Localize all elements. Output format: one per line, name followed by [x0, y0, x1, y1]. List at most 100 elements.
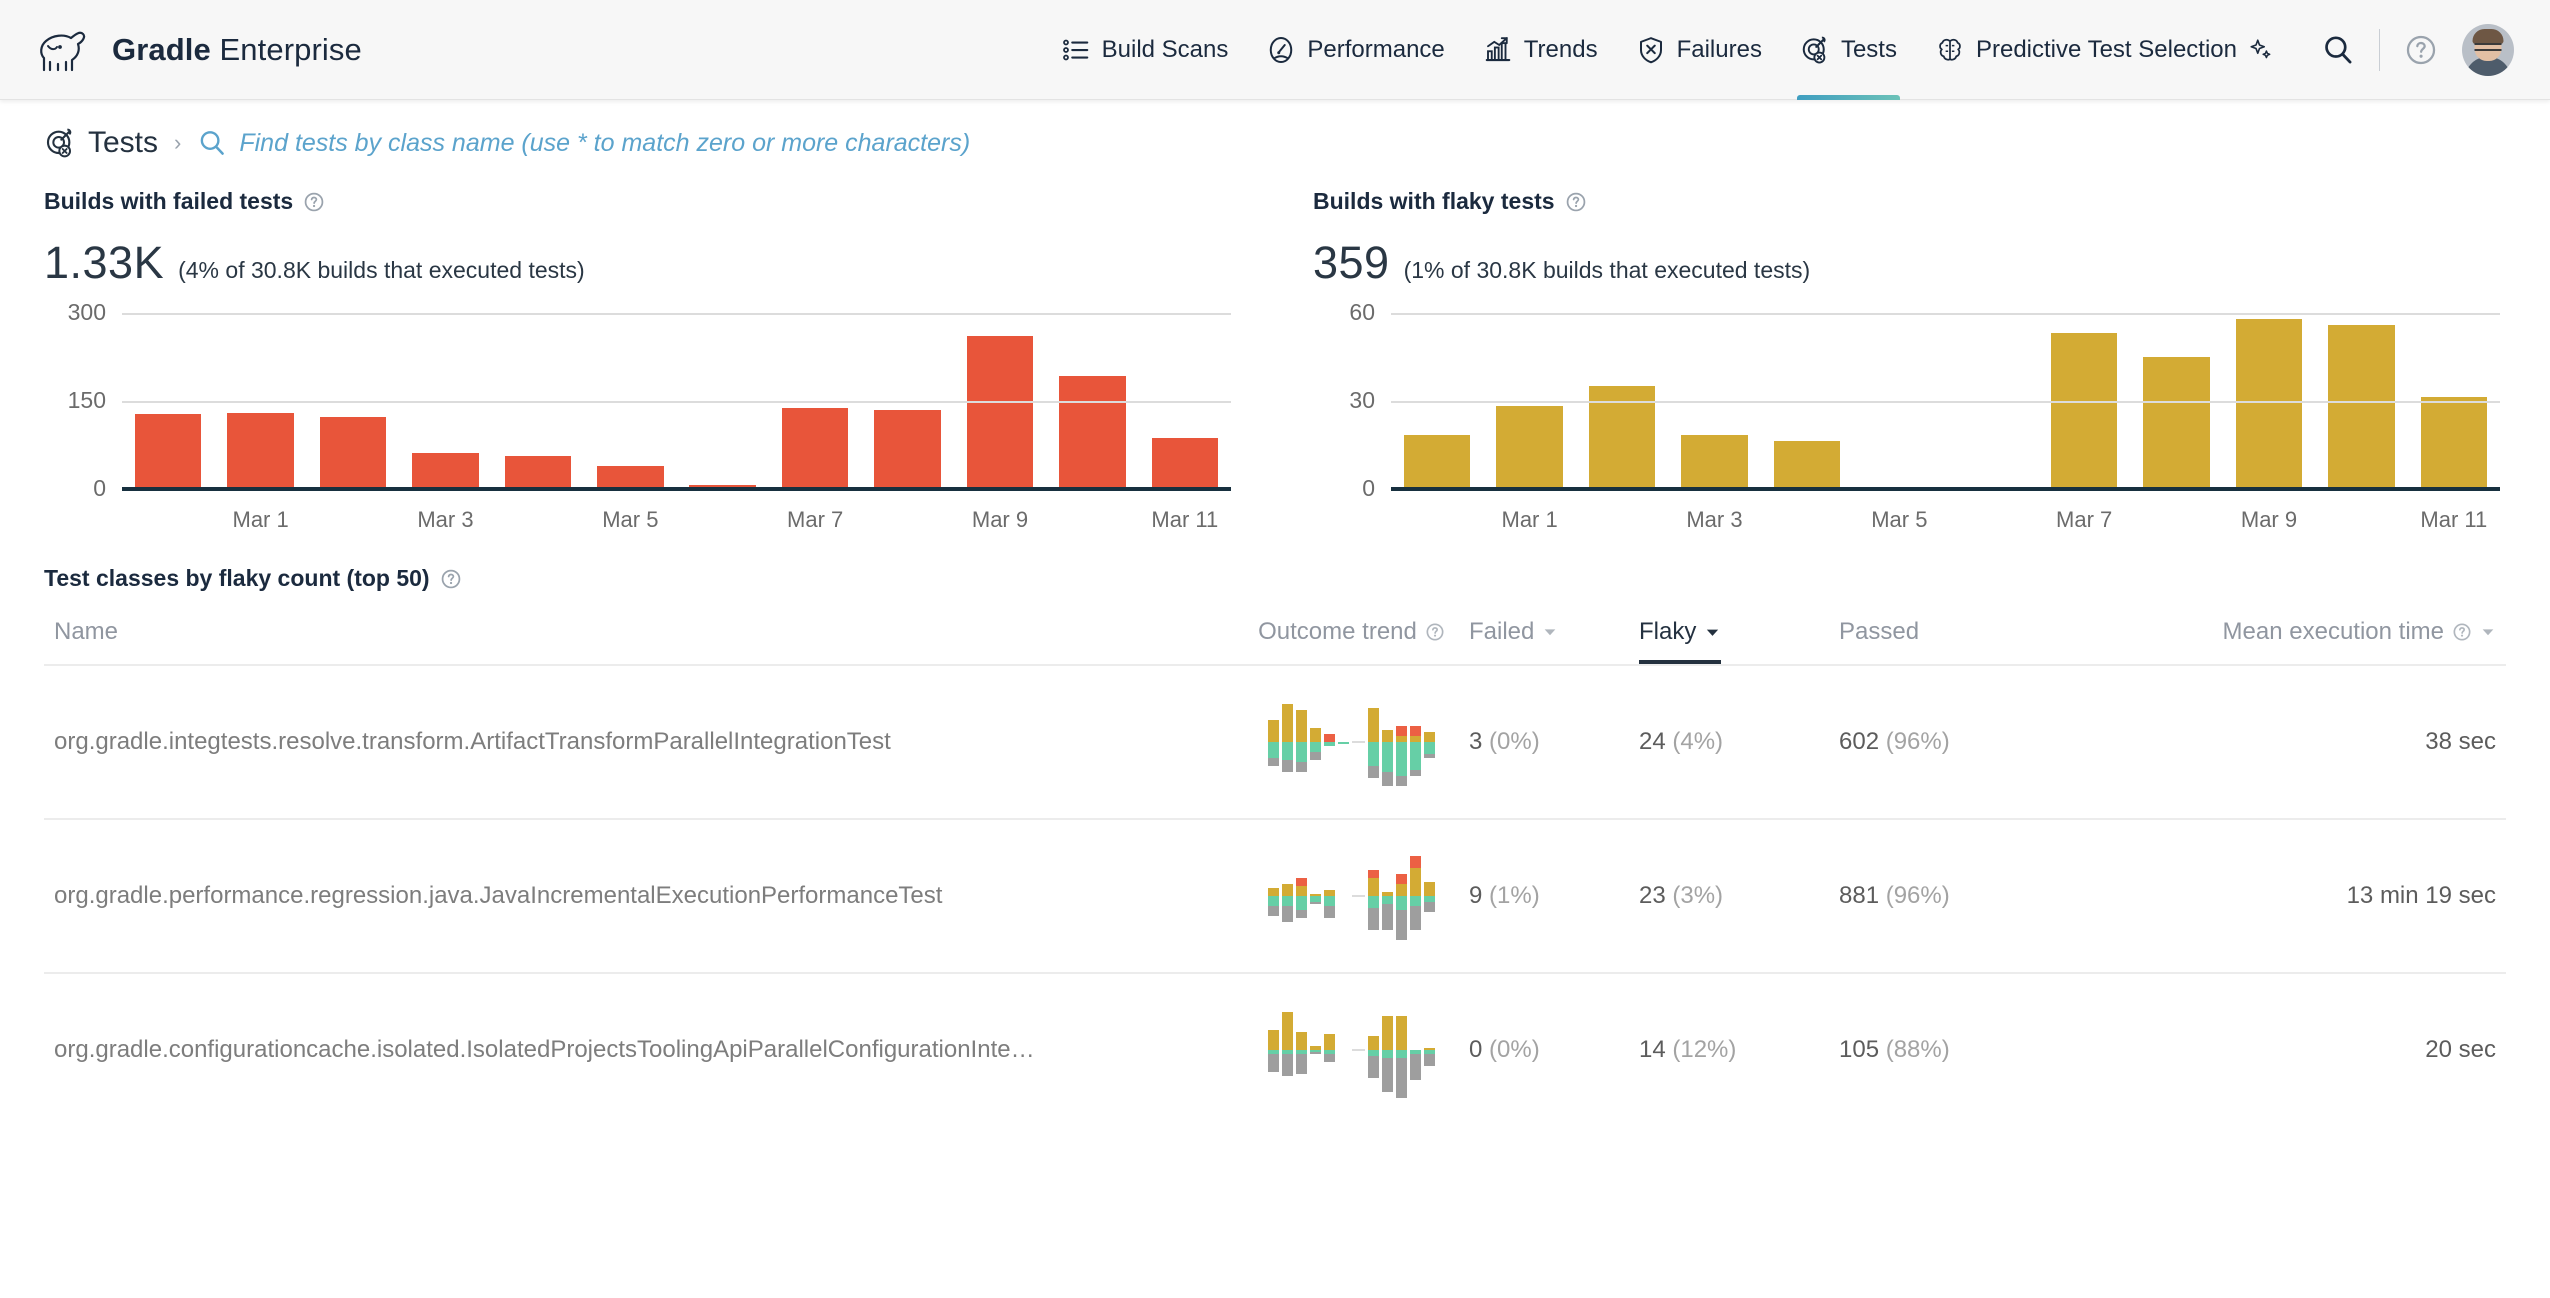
- cell-outcome-trend[interactable]: [1234, 973, 1469, 1126]
- sparkline-segment-gray: [1368, 1056, 1379, 1078]
- chart-bar-cell[interactable]: [2315, 311, 2407, 487]
- chart-bar-cell[interactable]: [2408, 311, 2500, 487]
- chart-bars: [122, 311, 1231, 487]
- column-header-passed[interactable]: Passed: [1839, 618, 2094, 665]
- nav-item-trends[interactable]: Trends: [1464, 0, 1617, 100]
- breadcrumb: Tests › Find tests by class name (use * …: [0, 100, 2550, 170]
- count-percent: (4%): [1666, 728, 1723, 755]
- table-row[interactable]: org.gradle.configurationcache.isolated.I…: [44, 973, 2506, 1126]
- sparkline-segment-yellow: [1410, 868, 1421, 896]
- chart-bar-cell[interactable]: [399, 311, 491, 487]
- nav-item-failures[interactable]: Failures: [1617, 0, 1781, 100]
- help-circle-icon[interactable]: [303, 191, 325, 213]
- help-circle-icon[interactable]: [440, 568, 462, 590]
- chart-bar-cell[interactable]: [1139, 311, 1231, 487]
- column-header-outcome-trend: Outcome trend: [1234, 618, 1469, 665]
- nav-item-label: Build Scans: [1102, 36, 1229, 64]
- chart-bar-cell[interactable]: [584, 311, 676, 487]
- chart-bar[interactable]: [227, 413, 294, 487]
- chart-bar[interactable]: [1059, 376, 1126, 487]
- chart-bar[interactable]: [874, 410, 941, 487]
- table-row[interactable]: org.gradle.integtests.resolve.transform.…: [44, 665, 2506, 819]
- chart-bar[interactable]: [967, 336, 1034, 487]
- chart-bar-cell[interactable]: [1668, 311, 1760, 487]
- cell-test-class-name[interactable]: org.gradle.performance.regression.java.J…: [44, 819, 1234, 973]
- chart-bar[interactable]: [1404, 435, 1471, 487]
- chart-bar-cell[interactable]: [1391, 311, 1483, 487]
- chart-bar[interactable]: [320, 417, 387, 487]
- chart-bar[interactable]: [412, 453, 479, 487]
- chart-bar[interactable]: [1774, 441, 1841, 487]
- sparkline-segment-red: [1368, 870, 1379, 878]
- chart-bar-cell[interactable]: [2130, 311, 2222, 487]
- chart-bar-cell[interactable]: [861, 311, 953, 487]
- chart-bar[interactable]: [135, 414, 202, 487]
- chart-bar-cell[interactable]: [214, 311, 306, 487]
- nav-item-build-scans[interactable]: Build Scans: [1042, 0, 1248, 100]
- sparkline-segment-yellow: [1282, 704, 1293, 742]
- chart-bar-cell[interactable]: [2038, 311, 2130, 487]
- chart-bar-cell[interactable]: [954, 311, 1046, 487]
- tests-search-input[interactable]: Find tests by class name (use * to match…: [197, 128, 970, 158]
- help-circle-icon[interactable]: [1425, 622, 1445, 642]
- chart-bar-cell[interactable]: [1576, 311, 1668, 487]
- chart-y-tick-label: 60: [1349, 299, 1375, 326]
- column-header-mean-execution-time[interactable]: Mean execution time: [2094, 618, 2506, 665]
- cell-test-class-name[interactable]: org.gradle.integtests.resolve.transform.…: [44, 665, 1234, 819]
- chart-bar-cell[interactable]: [122, 311, 214, 487]
- chart-bar-cell[interactable]: [1946, 311, 2038, 487]
- column-header-name[interactable]: Name: [44, 618, 1234, 665]
- chart-bar[interactable]: [1152, 438, 1219, 487]
- sparkline-segment-green: [1410, 896, 1421, 906]
- outcome-trend-sparkline: [1257, 848, 1447, 944]
- sparkline-segment-green: [1396, 896, 1407, 910]
- search-button[interactable]: [2315, 27, 2361, 73]
- column-header-failed[interactable]: Failed: [1469, 618, 1639, 665]
- count-value: 602: [1839, 728, 1879, 755]
- chart-bar-cell[interactable]: [307, 311, 399, 487]
- nav-item-performance[interactable]: Performance: [1247, 0, 1463, 100]
- user-avatar[interactable]: [2462, 24, 2514, 76]
- chart-bar[interactable]: [2051, 333, 2118, 487]
- sparkline-segment-yellow: [1368, 708, 1379, 742]
- chart-bar[interactable]: [2328, 325, 2395, 487]
- chart-bar-cell[interactable]: [1046, 311, 1138, 487]
- chart-bar[interactable]: [2143, 357, 2210, 488]
- chart-bar-cell[interactable]: [492, 311, 584, 487]
- chart-bar-cell[interactable]: [677, 311, 769, 487]
- chart-bar[interactable]: [1681, 435, 1748, 487]
- brand-logo-link[interactable]: Gradle Enterprise: [36, 26, 362, 74]
- help-circle-icon[interactable]: [2452, 622, 2472, 642]
- nav-item-label: Predictive Test Selection: [1976, 36, 2237, 64]
- cell-test-class-name[interactable]: org.gradle.configurationcache.isolated.I…: [44, 973, 1234, 1126]
- cell-outcome-trend[interactable]: [1234, 665, 1469, 819]
- column-header-flaky[interactable]: Flaky: [1639, 618, 1839, 665]
- nav-item-tests[interactable]: Tests: [1781, 0, 1916, 100]
- chart-bar-cell[interactable]: [769, 311, 861, 487]
- sparkline-segment-red: [1324, 734, 1335, 742]
- chart-bar[interactable]: [2421, 397, 2488, 487]
- help-button[interactable]: [2398, 27, 2444, 73]
- sparkline-segment-gray: [1310, 752, 1321, 760]
- chart-bar[interactable]: [505, 456, 572, 487]
- breadcrumb-tests-link[interactable]: Tests: [44, 126, 158, 160]
- help-circle-icon[interactable]: [1565, 191, 1587, 213]
- chart-bar-cell[interactable]: [1761, 311, 1853, 487]
- chart-x-tick-label: [122, 507, 214, 533]
- chart-bar[interactable]: [1496, 406, 1563, 487]
- chart-bar[interactable]: [597, 466, 664, 487]
- nav-item-predictive-test-selection[interactable]: Predictive Test Selection: [1916, 0, 2293, 100]
- sparkline-segment-gray: [1324, 906, 1335, 918]
- table-row[interactable]: org.gradle.performance.regression.java.J…: [44, 819, 2506, 973]
- chart-x-axis-labels: Mar 1Mar 3Mar 5Mar 7Mar 9Mar 11: [122, 507, 1231, 533]
- chart-x-tick-label: Mar 3: [1668, 507, 1760, 533]
- chart-bar-cell[interactable]: [1483, 311, 1575, 487]
- chart-bar-cell[interactable]: [2223, 311, 2315, 487]
- count-percent: (3%): [1666, 882, 1723, 909]
- count-percent: (96%): [1879, 728, 1950, 755]
- sparkline-bar: [1424, 694, 1435, 790]
- chart-bar-cell[interactable]: [1853, 311, 1945, 487]
- sparkline-segment-gray: [1368, 908, 1379, 930]
- chart-bar[interactable]: [782, 408, 849, 487]
- cell-outcome-trend[interactable]: [1234, 819, 1469, 973]
